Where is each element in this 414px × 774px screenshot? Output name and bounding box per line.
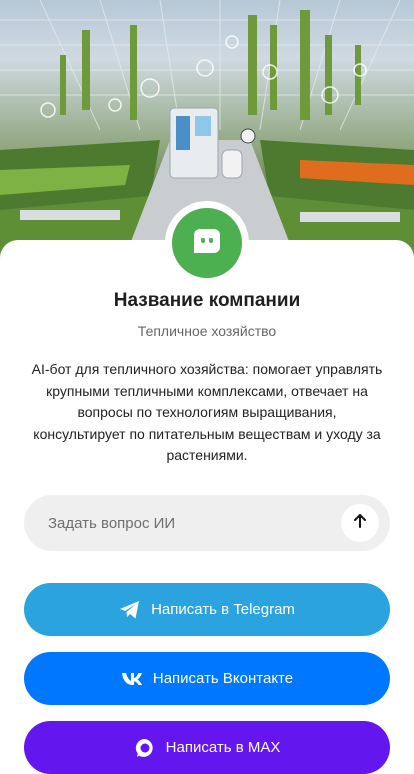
max-icon: [134, 737, 156, 759]
vk-button-label: Написать Вконтакте: [152, 670, 294, 687]
arrow-up-icon: [352, 513, 368, 534]
max-button[interactable]: Написать в MAX: [24, 721, 390, 774]
vk-button[interactable]: Написать Вконтакте: [24, 652, 390, 705]
company-name: Название компании: [113, 290, 301, 311]
max-button-label: Написать в MAX: [165, 739, 281, 756]
telegram-icon: [119, 600, 141, 620]
chat-bot-icon: [192, 226, 222, 261]
company-category: Тепличное хозяйство: [137, 323, 277, 339]
send-button[interactable]: [341, 504, 379, 542]
avatar: [172, 208, 242, 278]
vk-icon: [121, 672, 143, 686]
telegram-button-label: Написать в Telegram: [151, 601, 295, 618]
ask-ai-input[interactable]: [48, 495, 348, 551]
telegram-button[interactable]: Написать в Telegram: [24, 583, 390, 636]
ask-ai-field[interactable]: [24, 495, 390, 551]
company-description: AI-бот для тепличного хозяйства: помогае…: [31, 361, 383, 463]
